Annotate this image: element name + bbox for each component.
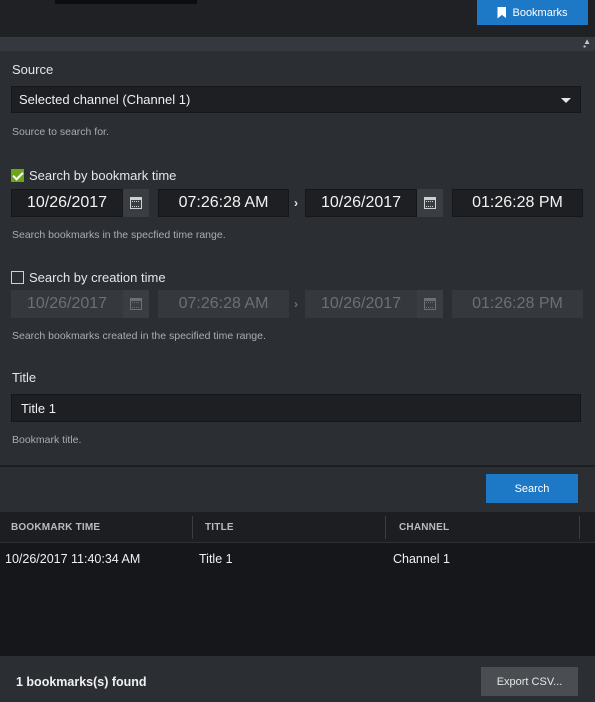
source-hint: Source to search for. xyxy=(12,126,109,138)
search-button[interactable]: Search xyxy=(486,474,578,503)
top-bar: Bookmarks xyxy=(0,0,595,37)
title-label: Title xyxy=(12,370,37,385)
bookmark-end-calendar-button[interactable] xyxy=(417,189,443,217)
results-footer: 1 bookmarks(s) found Export CSV... xyxy=(0,656,595,702)
title-hint: Bookmark title. xyxy=(12,434,82,446)
calendar-icon xyxy=(130,298,142,310)
creation-time-hint: Search bookmarks created in the specifie… xyxy=(12,330,266,342)
cell-channel: Channel 1 xyxy=(393,552,450,566)
video-preview-strip xyxy=(55,0,197,4)
cell-title: Title 1 xyxy=(199,552,233,566)
table-header: BOOKMARK TIME TITLE CHANNEL xyxy=(0,512,595,543)
bookmark-start-calendar-button[interactable] xyxy=(123,189,149,217)
calendar-icon xyxy=(424,197,436,209)
column-divider[interactable] xyxy=(579,516,580,539)
bookmark-end-date-field[interactable]: 10/26/2017 xyxy=(305,189,417,217)
calendar-icon xyxy=(130,197,142,209)
export-csv-button[interactable]: Export CSV... xyxy=(481,667,578,696)
column-divider[interactable] xyxy=(385,516,386,539)
bookmark-time-hint: Search bookmarks in the specfied time ra… xyxy=(12,229,226,241)
results-table: BOOKMARK TIME TITLE CHANNEL 10/26/2017 1… xyxy=(0,512,595,656)
creation-start-date-field: 10/26/2017 xyxy=(11,290,123,318)
bookmark-icon xyxy=(497,6,507,19)
divider xyxy=(0,465,595,467)
creation-time-toggle[interactable]: Search by creation time xyxy=(11,270,166,285)
source-label: Source xyxy=(12,62,54,77)
title-input[interactable]: Title 1 xyxy=(11,394,581,422)
bookmark-end-time-field[interactable]: 01:26:28 PM xyxy=(452,189,583,217)
bookmarks-button-label: Bookmarks xyxy=(512,6,568,19)
creation-time-label: Search by creation time xyxy=(29,270,166,285)
creation-end-time-field: 01:26:28 PM xyxy=(452,290,583,318)
cell-bookmark-time: 10/26/2017 11:40:34 AM xyxy=(5,552,141,566)
bookmarks-button[interactable]: Bookmarks xyxy=(477,0,588,25)
creation-end-date-field: 10/26/2017 xyxy=(305,290,417,318)
panel-scroll-strip: ▲ ▪ xyxy=(0,37,595,51)
creation-start-time-field: 07:26:28 AM xyxy=(158,290,289,318)
results-count: 1 bookmarks(s) found xyxy=(16,675,147,689)
bookmark-time-toggle[interactable]: Search by bookmark time xyxy=(11,168,176,183)
range-arrow-icon: › xyxy=(294,297,298,311)
column-header-channel[interactable]: CHANNEL xyxy=(399,512,449,543)
source-select[interactable]: Selected channel (Channel 1) xyxy=(11,86,581,113)
source-selected-value: Selected channel (Channel 1) xyxy=(19,92,191,107)
range-arrow-icon: › xyxy=(294,196,298,210)
chevron-down-icon xyxy=(561,98,571,103)
scroll-up-icon[interactable]: ▲ ▪ xyxy=(583,38,591,51)
bookmark-start-time-field[interactable]: 07:26:28 AM xyxy=(158,189,289,217)
bookmark-time-label: Search by bookmark time xyxy=(29,168,177,183)
bookmark-time-checkbox[interactable] xyxy=(11,169,24,182)
bookmark-start-date-field[interactable]: 10/26/2017 xyxy=(11,189,123,217)
calendar-icon xyxy=(424,298,436,310)
creation-end-calendar-button xyxy=(417,290,443,318)
column-header-title[interactable]: TITLE xyxy=(205,512,234,543)
creation-start-calendar-button xyxy=(123,290,149,318)
column-header-bookmark-time[interactable]: BOOKMARK TIME xyxy=(11,512,100,543)
creation-time-checkbox[interactable] xyxy=(11,271,24,284)
column-divider[interactable] xyxy=(192,516,193,539)
